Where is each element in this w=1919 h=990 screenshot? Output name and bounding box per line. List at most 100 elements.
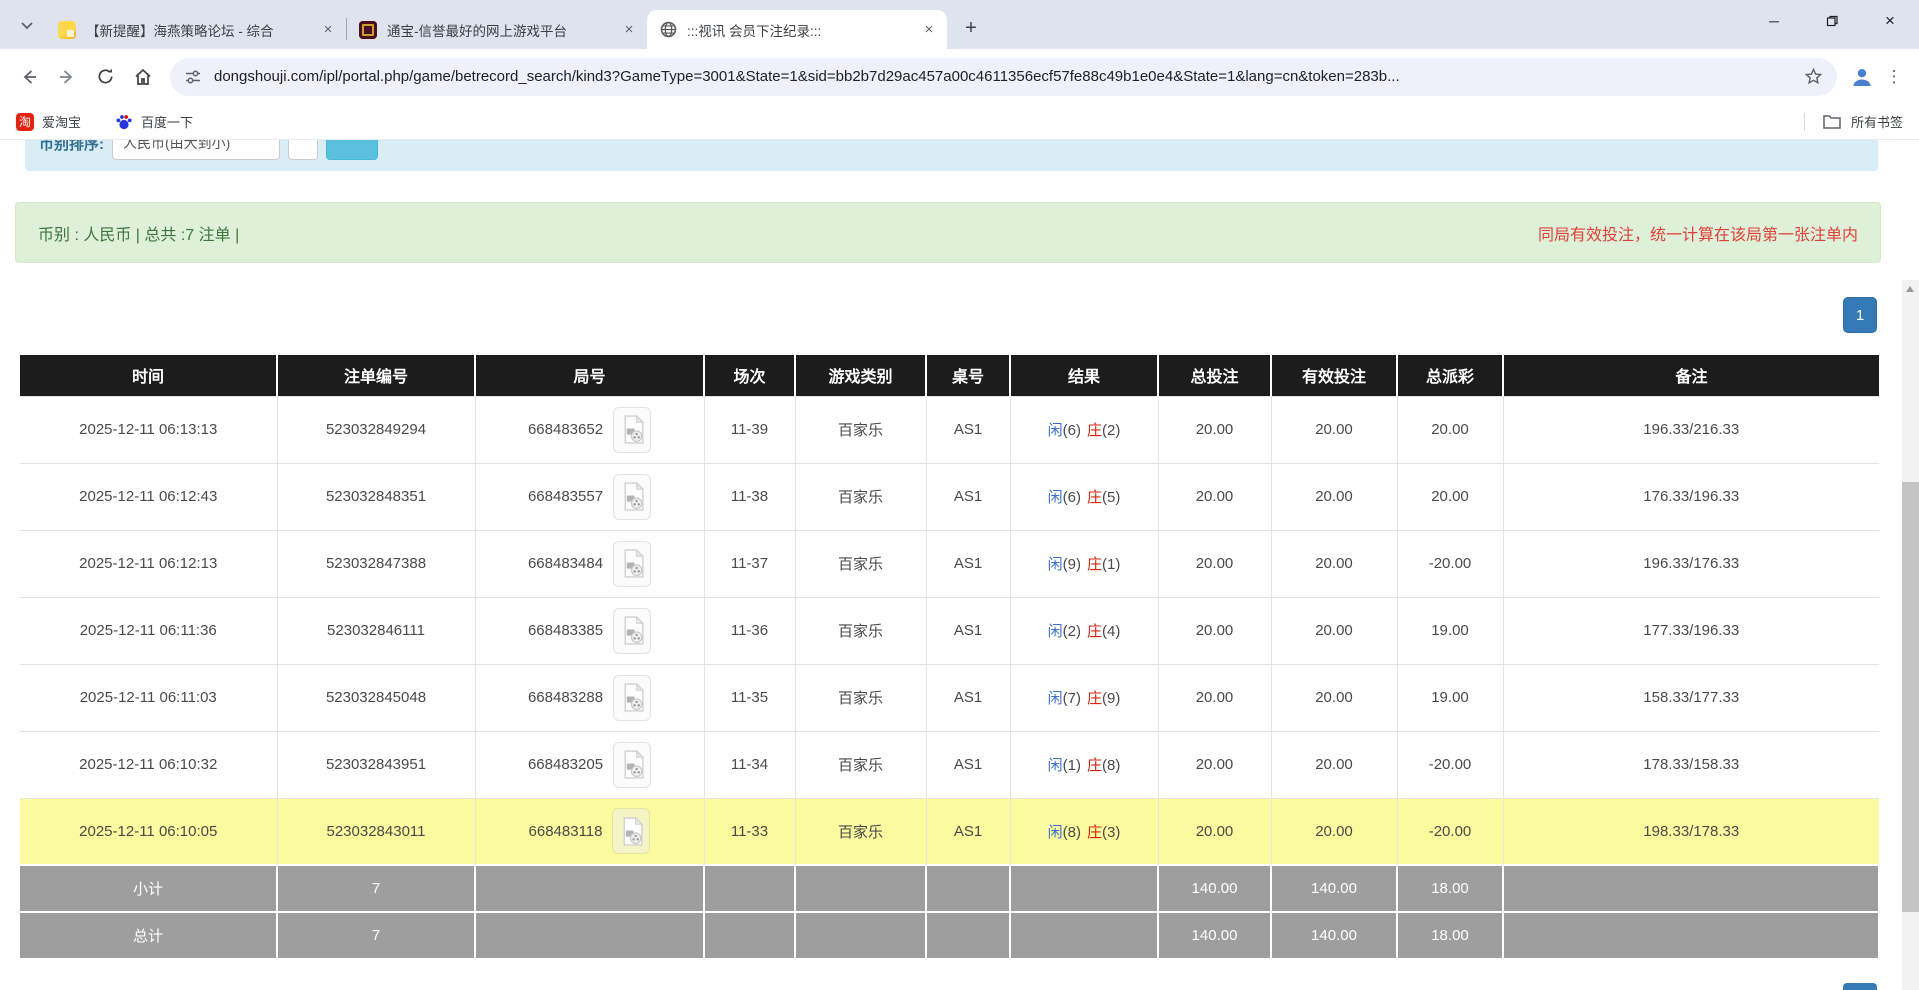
cell-total-bet: 20.00 bbox=[1158, 396, 1271, 463]
cell-remark: 176.33/196.33 bbox=[1503, 463, 1879, 530]
taobao-icon: 淘 bbox=[16, 113, 34, 131]
profile-avatar[interactable] bbox=[1845, 60, 1879, 94]
home-icon[interactable] bbox=[124, 58, 162, 96]
tab-title: 【新提醒】海燕策略论坛 - 综合 bbox=[86, 20, 312, 40]
forward-icon[interactable] bbox=[48, 58, 86, 96]
cell-payout: 20.00 bbox=[1397, 396, 1503, 463]
cell-remark: 198.33/178.33 bbox=[1503, 798, 1879, 865]
cell-bet-id: 523032845048 bbox=[277, 664, 475, 731]
video-replay-button[interactable] bbox=[612, 808, 650, 854]
tab-close-icon[interactable]: × bbox=[318, 20, 338, 40]
table-row-highlighted: 2025-12-11 06:10:05 523032843011 6684831… bbox=[20, 798, 1879, 865]
reload-icon[interactable] bbox=[86, 58, 124, 96]
pagination-page-1-button[interactable]: 1 bbox=[1843, 297, 1877, 333]
cell-game-type: 百家乐 bbox=[795, 396, 926, 463]
cell-time: 2025-12-11 06:11:03 bbox=[20, 664, 277, 731]
currency-sort-select[interactable]: 人民币(由大到小) bbox=[112, 140, 280, 160]
cell-remark: 158.33/177.33 bbox=[1503, 664, 1879, 731]
tab-tongbao-platform[interactable]: 通宝-信誉最好的网上游戏平台 × bbox=[347, 10, 647, 49]
tab-search-chevron-icon[interactable] bbox=[12, 11, 42, 41]
cell-total-bet: 20.00 bbox=[1158, 597, 1271, 664]
browser-toolbar: dongshouji.com/ipl/portal.php/game/betre… bbox=[0, 49, 1919, 104]
cell-remark: 177.33/196.33 bbox=[1503, 597, 1879, 664]
vertical-scrollbar[interactable] bbox=[1902, 280, 1919, 990]
address-bar[interactable]: dongshouji.com/ipl/portal.php/game/betre… bbox=[170, 58, 1837, 96]
cell-result: 闲(8)庄(3) bbox=[1010, 798, 1158, 865]
all-bookmarks-label: 所有书签 bbox=[1851, 112, 1903, 131]
bookmark-baidu[interactable]: 百度一下 bbox=[115, 112, 193, 131]
cell-session: 11-34 bbox=[704, 731, 795, 798]
col-valid-bet: 有效投注 bbox=[1271, 355, 1397, 396]
browser-window: 【新提醒】海燕策略论坛 - 综合 × 通宝-信誉最好的网上游戏平台 × :::视… bbox=[0, 0, 1919, 990]
grand-total-row: 总计 7 140.00 140.00 18.00 bbox=[20, 912, 1879, 959]
video-replay-button[interactable] bbox=[613, 407, 651, 453]
tab-close-icon[interactable]: × bbox=[919, 20, 939, 40]
bottom-pagination-button-partial[interactable] bbox=[1843, 983, 1877, 990]
cell-round: 668483118 bbox=[475, 798, 704, 865]
window-controls: ─ × bbox=[1745, 0, 1919, 42]
grand-total-payout: 18.00 bbox=[1397, 912, 1503, 959]
back-icon[interactable] bbox=[10, 58, 48, 96]
cell-game-type: 百家乐 bbox=[795, 664, 926, 731]
cell-round: 668483484 bbox=[475, 530, 704, 597]
bookmark-star-icon[interactable] bbox=[1804, 67, 1823, 86]
cell-total-bet: 20.00 bbox=[1158, 463, 1271, 530]
video-replay-button[interactable] bbox=[613, 608, 651, 654]
tab-strip: 【新提醒】海燕策略论坛 - 综合 × 通宝-信誉最好的网上游戏平台 × :::视… bbox=[0, 0, 1919, 49]
globe-icon bbox=[659, 21, 677, 39]
cell-remark: 196.33/176.33 bbox=[1503, 530, 1879, 597]
scrollbar-thumb[interactable] bbox=[1902, 482, 1919, 912]
cell-result: 闲(2)庄(4) bbox=[1010, 597, 1158, 664]
subtotal-count: 7 bbox=[277, 865, 475, 912]
cell-table-no: AS1 bbox=[926, 597, 1010, 664]
col-game-type: 游戏类别 bbox=[795, 355, 926, 396]
all-bookmarks[interactable]: 所有书签 bbox=[1804, 112, 1903, 131]
cell-time: 2025-12-11 06:10:32 bbox=[20, 731, 277, 798]
cell-game-type: 百家乐 bbox=[795, 530, 926, 597]
round-number: 668483385 bbox=[528, 622, 603, 639]
bookmark-label: 百度一下 bbox=[141, 112, 193, 131]
new-tab-button[interactable]: + bbox=[957, 14, 985, 42]
cell-bet-id: 523032848351 bbox=[277, 463, 475, 530]
cell-time: 2025-12-11 06:13:13 bbox=[20, 396, 277, 463]
search-button[interactable] bbox=[326, 140, 378, 160]
grand-total-total-bet: 140.00 bbox=[1158, 912, 1271, 959]
table-row: 2025-12-11 06:12:13 523032847388 6684834… bbox=[20, 530, 1879, 597]
cell-round: 668483205 bbox=[475, 731, 704, 798]
bookmark-aitaobao[interactable]: 淘 爱淘宝 bbox=[16, 112, 81, 131]
cell-bet-id: 523032849294 bbox=[277, 396, 475, 463]
bookmarks-bar: 淘 爱淘宝 百度一下 所有书签 bbox=[0, 104, 1919, 140]
cell-valid-bet: 20.00 bbox=[1271, 597, 1397, 664]
cell-valid-bet: 20.00 bbox=[1271, 463, 1397, 530]
site-info-icon[interactable] bbox=[184, 68, 202, 86]
col-total-bet: 总投注 bbox=[1158, 355, 1271, 396]
cell-result: 闲(7)庄(9) bbox=[1010, 664, 1158, 731]
video-replay-button[interactable] bbox=[613, 742, 651, 788]
tab-bet-records-active[interactable]: :::视讯 会员下注纪录::: × bbox=[647, 10, 947, 49]
cell-remark: 178.33/158.33 bbox=[1503, 731, 1879, 798]
bookmark-label: 爱淘宝 bbox=[42, 112, 81, 131]
scrollbar-up-arrow-icon[interactable] bbox=[1906, 286, 1914, 292]
tab-close-icon[interactable]: × bbox=[619, 20, 639, 40]
page-content: 币别排序: 人民币(由大到小) 币别 : 人民币 | 总共 :7 注单 | 同局… bbox=[0, 140, 1919, 990]
cell-session: 11-35 bbox=[704, 664, 795, 731]
maximize-icon[interactable] bbox=[1803, 0, 1861, 42]
video-replay-button[interactable] bbox=[613, 541, 651, 587]
filter-panel: 币别排序: 人民币(由大到小) bbox=[25, 140, 1878, 171]
subtotal-label: 小计 bbox=[20, 865, 277, 912]
cell-session: 11-33 bbox=[704, 798, 795, 865]
cell-time: 2025-12-11 06:11:36 bbox=[20, 597, 277, 664]
grand-total-count: 7 bbox=[277, 912, 475, 959]
secondary-select[interactable] bbox=[288, 140, 318, 160]
col-bet-id: 注单编号 bbox=[277, 355, 475, 396]
cell-round: 668483385 bbox=[475, 597, 704, 664]
minimize-icon[interactable]: ─ bbox=[1745, 0, 1803, 42]
menu-kebab-icon[interactable]: ⋮ bbox=[1879, 58, 1909, 96]
url-text: dongshouji.com/ipl/portal.php/game/betre… bbox=[214, 68, 1794, 85]
cell-game-type: 百家乐 bbox=[795, 597, 926, 664]
video-replay-button[interactable] bbox=[613, 675, 651, 721]
tab-haiyan-forum[interactable]: 【新提醒】海燕策略论坛 - 综合 × bbox=[46, 10, 346, 49]
close-icon[interactable]: × bbox=[1861, 0, 1919, 42]
cell-payout: 20.00 bbox=[1397, 463, 1503, 530]
video-replay-button[interactable] bbox=[613, 474, 651, 520]
